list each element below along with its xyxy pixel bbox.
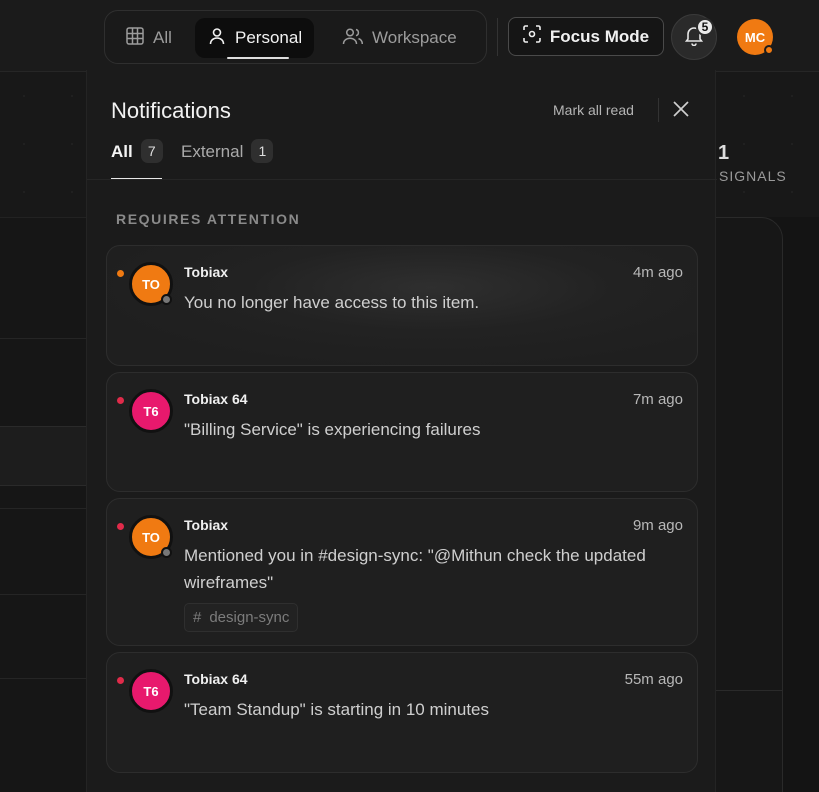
timestamp: 55m ago bbox=[624, 671, 683, 688]
avatar: TO bbox=[129, 262, 173, 306]
avatar-initials: TO bbox=[142, 276, 160, 292]
segment-workspace-label: Workspace bbox=[372, 28, 457, 47]
unread-indicator bbox=[117, 523, 124, 530]
sender-name: Tobiax 64 bbox=[184, 391, 248, 407]
user-avatar[interactable]: MC bbox=[737, 19, 774, 55]
segment-all[interactable]: All bbox=[113, 18, 184, 58]
timestamp: 9m ago bbox=[632, 517, 683, 534]
timestamp: 4m ago bbox=[632, 264, 683, 281]
status-dot bbox=[161, 294, 172, 305]
segment-workspace[interactable]: Workspace bbox=[330, 18, 469, 58]
unread-indicator bbox=[117, 270, 124, 277]
notification-message: "Team Standup" is starting in 10 minutes bbox=[184, 700, 490, 719]
focus-mode-button[interactable]: Focus Mode bbox=[508, 17, 664, 56]
signals-count: 1 bbox=[718, 142, 730, 164]
avatar: TO bbox=[129, 515, 173, 559]
tab-all-count: 7 bbox=[140, 139, 163, 163]
avatar-initials: T6 bbox=[143, 683, 159, 699]
notification-message: You no longer have access to this item. bbox=[184, 293, 480, 312]
channel-tag[interactable]: # design-sync bbox=[184, 603, 299, 632]
avatar-initials: T6 bbox=[143, 403, 159, 419]
focus-mode-label: Focus Mode bbox=[549, 26, 650, 46]
notification-message: Mentioned you in #design-sync: "@Mithun … bbox=[184, 546, 646, 592]
background-list bbox=[0, 217, 100, 792]
sender-name: Tobiax bbox=[184, 264, 229, 280]
tab-external[interactable]: External 1 bbox=[181, 139, 274, 180]
person-icon bbox=[207, 26, 227, 51]
segment-personal-label: Personal bbox=[235, 28, 303, 47]
status-dot bbox=[161, 547, 172, 558]
close-button[interactable] bbox=[670, 100, 692, 122]
grid-icon bbox=[125, 26, 145, 51]
tab-all-label: All bbox=[111, 142, 133, 161]
notification-card[interactable]: T6 Tobiax 64 55m ago "Team Standup" is s… bbox=[106, 652, 698, 773]
sender-name: Tobiax bbox=[184, 517, 229, 533]
unread-indicator bbox=[117, 677, 124, 684]
close-icon bbox=[672, 100, 690, 123]
segment-all-label: All bbox=[153, 28, 172, 47]
notification-card[interactable]: TO Tobiax 4m ago You no longer have acce… bbox=[106, 245, 698, 366]
avatar: T6 bbox=[129, 669, 173, 713]
notifications-button[interactable]: 5 bbox=[671, 14, 717, 60]
notification-card[interactable]: T6 Tobiax 64 7m ago "Billing Service" is… bbox=[106, 372, 698, 492]
section-label: REQUIRES ATTENTION bbox=[116, 211, 301, 227]
signals-label: SIGNALS bbox=[719, 168, 787, 184]
timestamp: 7m ago bbox=[632, 391, 683, 408]
segment-personal[interactable]: Personal bbox=[195, 18, 315, 59]
avatar: T6 bbox=[129, 389, 173, 433]
hash-icon: # bbox=[193, 609, 202, 626]
tab-all[interactable]: All 7 bbox=[111, 139, 163, 180]
view-switcher: All Personal Workspace bbox=[104, 10, 487, 64]
status-dot bbox=[764, 45, 774, 55]
unread-indicator bbox=[117, 397, 124, 404]
focus-icon bbox=[523, 25, 541, 48]
people-icon bbox=[342, 26, 364, 51]
tab-external-label: External bbox=[181, 142, 244, 161]
mark-all-read-button[interactable]: Mark all read bbox=[553, 102, 634, 118]
notification-message: "Billing Service" is experiencing failur… bbox=[184, 420, 481, 439]
user-initials: MC bbox=[744, 29, 766, 45]
notification-count-badge: 5 bbox=[696, 18, 714, 36]
tab-external-count: 1 bbox=[251, 139, 274, 163]
sender-name: Tobiax 64 bbox=[184, 671, 248, 687]
notification-card[interactable]: TO Tobiax 9m ago Mentioned you in #desig… bbox=[106, 498, 698, 646]
panel-title: Notifications bbox=[111, 98, 231, 123]
notifications-panel: Notifications Mark all read All 7 Extern… bbox=[86, 70, 717, 792]
background-list-item bbox=[0, 426, 90, 486]
avatar-initials: TO bbox=[142, 529, 160, 545]
channel-tag-label: design-sync bbox=[209, 609, 290, 626]
